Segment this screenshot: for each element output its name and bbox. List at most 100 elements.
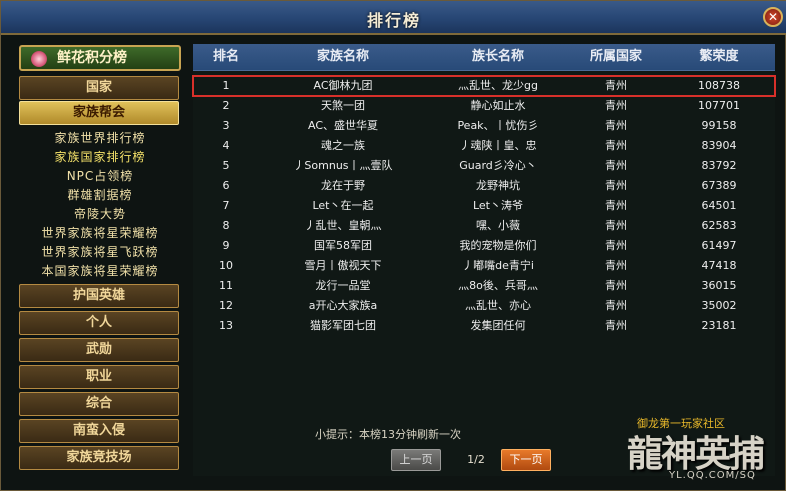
- table-row[interactable]: 7 Let丶在一起 Let丶涛爷 青州 64501: [193, 196, 775, 216]
- sub-item-imperial-tomb[interactable]: 帝陵大势: [15, 205, 185, 222]
- cell-prosperity: 61497: [701, 239, 737, 252]
- cell-rank: 5: [222, 159, 230, 172]
- cell-country: 青州: [605, 179, 627, 192]
- cell-family-name: AC、盛世华夏: [307, 119, 378, 132]
- sidebar-item-national-hero[interactable]: 护国英雄: [19, 284, 179, 308]
- cell-rank: 4: [222, 139, 230, 152]
- cell-rank: 9: [222, 239, 230, 252]
- ranking-window: 排行榜 ✕ 鲜花积分榜 国家 家族帮会 家族世界排行榜 家族国家排行榜 NPC占…: [0, 0, 786, 491]
- header-prosperity: 繁荣度: [699, 49, 739, 64]
- cell-rank: 1: [222, 79, 230, 92]
- cell-prosperity: 67389: [701, 179, 737, 192]
- logo-url: YL.QQ.COM/SQ: [669, 470, 756, 481]
- cell-family-name: 龙行一品堂: [315, 279, 371, 292]
- cell-family-name: 国军58军团: [314, 239, 372, 252]
- cell-rank: 7: [222, 199, 230, 212]
- cell-leader-name: 发集团任何: [470, 319, 526, 332]
- sub-item-npc-occupation[interactable]: NPC占领榜: [15, 167, 185, 184]
- flower-icon: [31, 51, 47, 67]
- cell-rank: 11: [219, 279, 233, 292]
- cell-family-name: AC御林九团: [313, 79, 373, 92]
- cell-prosperity: 99158: [701, 119, 737, 132]
- cell-prosperity: 36015: [701, 279, 737, 292]
- table-row[interactable]: 4 魂之一族 丿魂陕丨皇、忠 青州 83904: [193, 136, 775, 156]
- cell-rank: 13: [219, 319, 233, 332]
- sidebar-item-country[interactable]: 国家: [19, 76, 179, 100]
- title-bar[interactable]: 排行榜 ✕: [1, 1, 786, 35]
- table-row[interactable]: 2 天煞一团 静心如止水 青州 107701: [193, 96, 775, 116]
- header-country: 所属国家: [589, 49, 642, 64]
- table-row[interactable]: 9 国军58军团 我的宠物是你们 青州 61497: [193, 236, 775, 256]
- cell-family-name: 丿乱世、皇朝灬: [304, 219, 382, 232]
- cell-family-name: 雪月丨傲视天下: [304, 259, 382, 272]
- cell-family-name: 天煞一团: [321, 99, 365, 112]
- table-row[interactable]: 8 丿乱世、皇朝灬 嘿、小薇 青州 62583: [193, 216, 775, 236]
- game-logo: 御龙第一玩家社区 龍神英捕 YL.QQ.COM/SQ: [601, 413, 781, 488]
- cell-prosperity: 83792: [701, 159, 737, 172]
- cell-leader-name: 龙野神坑: [476, 179, 520, 192]
- sidebar-item-overall[interactable]: 综合: [19, 392, 179, 416]
- cell-rank: 6: [222, 179, 230, 192]
- table-row[interactable]: 3 AC、盛世华夏 Peak、丨忧伤彡 青州 99158: [193, 116, 775, 136]
- table-row[interactable]: 13 猫影军团七团 发集团任何 青州 23181: [193, 316, 775, 336]
- flower-ranking-button[interactable]: 鲜花积分榜: [19, 45, 181, 71]
- cell-leader-name: 灬乱世、龙少gg: [458, 79, 538, 92]
- header-rank: 排名: [212, 49, 239, 64]
- close-button[interactable]: ✕: [763, 7, 783, 27]
- cell-leader-name: 我的宠物是你们: [459, 239, 537, 252]
- sub-item-warlords[interactable]: 群雄割据榜: [15, 186, 185, 203]
- cell-leader-name: 灬乱世、亦心: [465, 299, 531, 312]
- sub-item-family-world[interactable]: 家族世界排行榜: [15, 129, 185, 146]
- header-leader-name: 族长名称: [471, 49, 524, 64]
- header-family-name: 家族名称: [316, 49, 369, 64]
- cell-country: 青州: [605, 159, 627, 172]
- cell-country: 青州: [605, 139, 627, 152]
- cell-prosperity: 107701: [698, 99, 740, 112]
- cell-leader-name: 灬8o後、兵哥灬: [458, 279, 538, 292]
- cell-rank: 8: [222, 219, 230, 232]
- next-page-button[interactable]: 下一页: [501, 449, 551, 471]
- sub-item-world-star-glory[interactable]: 世界家族将星荣耀榜: [15, 224, 185, 241]
- cell-family-name: 魂之一族: [321, 139, 365, 152]
- table-row-highlighted[interactable]: 1 AC御林九团 灬乱世、龙少gg 青州 108738: [192, 75, 776, 97]
- cell-rank: 2: [222, 99, 230, 112]
- cell-country: 青州: [605, 199, 627, 212]
- table-row[interactable]: 5 丿Somnus丨灬壹队 Guard彡冷心丶 青州 83792: [193, 156, 775, 176]
- cell-family-name: 猫影军团七团: [310, 319, 376, 332]
- cell-leader-name: 嘿、小薇: [476, 219, 520, 232]
- cell-prosperity: 23181: [701, 319, 737, 332]
- cell-country: 青州: [605, 319, 627, 332]
- sub-item-world-star-leap[interactable]: 世界家族将星飞跃榜: [15, 243, 185, 260]
- cell-prosperity: 35002: [701, 299, 737, 312]
- cell-prosperity: 47418: [701, 259, 737, 272]
- cell-prosperity: 64501: [701, 199, 737, 212]
- sidebar-item-barbarian-invasion[interactable]: 南蛮入侵: [19, 419, 179, 443]
- cell-leader-name: Peak、丨忧伤彡: [457, 119, 539, 132]
- sub-item-local-star-glory[interactable]: 本国家族将星荣耀榜: [15, 262, 185, 279]
- ranking-table: 排名 家族名称 族长名称 所属国家 繁荣度 1 AC御林九团 灬乱世、龙少gg 青州 1…: [192, 44, 776, 476]
- cell-family-name: 丿Somnus丨灬壹队: [293, 159, 393, 172]
- sidebar-item-profession[interactable]: 职业: [19, 365, 179, 389]
- table-row[interactable]: 11 龙行一品堂 灬8o後、兵哥灬 青州 36015: [193, 276, 775, 296]
- table-header: 排名 家族名称 族长名称 所属国家 繁荣度: [193, 44, 775, 71]
- page-indicator: 1/2: [467, 453, 485, 466]
- cell-country: 青州: [605, 119, 627, 132]
- table-row[interactable]: 10 雪月丨傲视天下 丿嘟嘴de青宁i 青州 47418: [193, 256, 775, 276]
- table-row[interactable]: 12 a开心大家族a 灬乱世、亦心 青州 35002: [193, 296, 775, 316]
- sidebar-item-merit[interactable]: 武勋: [19, 338, 179, 362]
- flower-ranking-label: 鲜花积分榜: [57, 50, 127, 66]
- cell-country: 青州: [605, 279, 627, 292]
- cell-leader-name: 静心如止水: [470, 99, 526, 112]
- cell-country: 青州: [605, 299, 627, 312]
- sidebar-item-personal[interactable]: 个人: [19, 311, 179, 335]
- table-row[interactable]: 6 龙在于野 龙野神坑 青州 67389: [193, 176, 775, 196]
- cell-leader-name: Guard彡冷心丶: [459, 159, 537, 172]
- window-title: 排行榜: [366, 11, 421, 30]
- sidebar-item-family-guild[interactable]: 家族帮会: [19, 101, 179, 125]
- cell-country: 青州: [605, 259, 627, 272]
- cell-rank: 10: [219, 259, 233, 272]
- sidebar: 鲜花积分榜 国家 家族帮会 家族世界排行榜 家族国家排行榜 NPC占领榜 群雄割…: [15, 43, 185, 475]
- prev-page-button[interactable]: 上一页: [391, 449, 441, 471]
- cell-family-name: Let丶在一起: [312, 199, 374, 212]
- sub-item-family-country[interactable]: 家族国家排行榜: [15, 148, 185, 165]
